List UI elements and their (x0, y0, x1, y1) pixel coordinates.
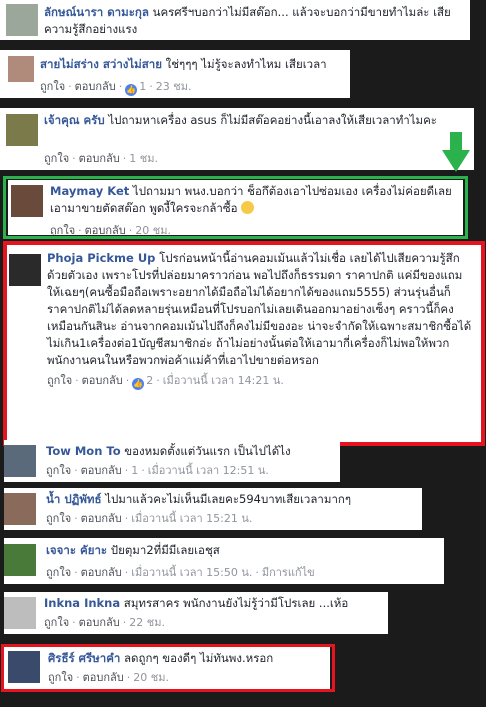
reply-link[interactable]: ตอบกลับ (81, 566, 122, 579)
timestamp[interactable]: เมื่อวานนี้ เวลา 12:51 น. (148, 464, 269, 477)
comment-author[interactable]: Inkna Inkna (44, 596, 120, 610)
comment-author[interactable]: น้ำ ปฏิพัทธ์ (46, 492, 102, 506)
timestamp[interactable]: 23 ชม. (156, 80, 192, 93)
reply-link[interactable]: ตอบกลับ (85, 224, 126, 235)
down-arrow-icon (442, 132, 470, 172)
comment-text: ลดถูกๆ ของดีๆ ไม่ทันพง.หรอก (124, 651, 274, 665)
comment-author[interactable]: เจ้าคุณ ครับ (44, 113, 105, 127)
timestamp[interactable]: เมื่อวานนี้ เวลา 15:21 น. (131, 512, 252, 525)
avatar[interactable] (6, 4, 38, 36)
thumbs-up-icon: 👍 (132, 378, 145, 390)
comment-card-5: Phoja Pickme Up โปรก่อนหน้านี้อ่านคอมเม้… (6, 245, 482, 442)
timestamp[interactable]: 20 ชม. (133, 671, 169, 684)
comment-text: ใช่ๆๆๆ ไม่รู้จะลงทำไหม เสียเวลา (165, 57, 327, 71)
timestamp[interactable]: เมื่อวานนี้ เวลา 15:50 น. (131, 566, 252, 579)
reply-link[interactable]: ตอบกลับ (81, 512, 122, 525)
reply-link[interactable]: ตอบกลับ (82, 374, 123, 387)
thumbs-up-icon: 👍 (125, 84, 138, 96)
comment-author[interactable]: ศิรธีร์ ศรีษาคำ (48, 651, 120, 665)
avatar[interactable] (8, 651, 40, 683)
comment-card-9: Inkna Inkna สมุทรสาคร พนักงานยังไม่รู้ว่… (4, 592, 388, 634)
like-link[interactable]: ถูกใจ (46, 566, 71, 579)
comment-author[interactable]: ลักษณ์นารา ดามะกุล (44, 5, 149, 19)
comment-card-10: ศิรธีร์ ศรีษาคำ ลดถูกๆ ของดีๆ ไม่ทันพง.ห… (4, 647, 330, 689)
comment-text: ไปถามหาเครื่อง asus ก็ไม่มีสต๊อคอย่างนี้… (108, 113, 437, 127)
avatar[interactable] (4, 597, 36, 629)
timestamp[interactable]: 22 ชม. (129, 616, 165, 629)
avatar[interactable] (4, 493, 36, 525)
reply-link[interactable]: ตอบกลับ (79, 152, 120, 165)
comment-card-2: สายไม่สร่าง สว่างไม่สาย ใช่ๆๆๆ ไม่รู้จะล… (0, 50, 350, 98)
avatar[interactable] (4, 445, 36, 477)
comment-author[interactable]: สายไม่สร่าง สว่างไม่สาย (40, 57, 162, 71)
avatar[interactable] (6, 114, 38, 146)
like-link[interactable]: ถูกใจ (46, 464, 71, 477)
timestamp[interactable]: 20 ชม. (135, 224, 171, 235)
like-link[interactable]: ถูกใจ (48, 671, 73, 684)
avatar[interactable] (4, 544, 36, 576)
comment-author[interactable]: Tow Mon To (46, 444, 121, 458)
edited-label[interactable]: มีการแก้ไข (262, 566, 315, 579)
timestamp[interactable]: 1 ชม. (129, 152, 158, 165)
avatar[interactable] (8, 56, 34, 82)
comment-text: ไปมาแล้วคะไม่เห็นมีเลยคะ594บาทเสียเวลามา… (105, 492, 352, 506)
reply-link[interactable]: ตอบกลับ (75, 80, 116, 93)
comment-text: ของหมดตั้งแต่วันแรก เป็นไปได้ไง (124, 444, 291, 458)
reply-link[interactable]: ตอบกลับ (79, 616, 120, 629)
like-link[interactable]: ถูกใจ (50, 224, 75, 235)
sad-face-icon (241, 201, 255, 214)
comment-text: โปรก่อนหน้านี้อ่านคอมเม้นแล้วไม่เชื่อ เล… (47, 251, 472, 367)
reply-link[interactable]: ตอบกลับ (81, 464, 122, 477)
avatar[interactable] (9, 254, 41, 286)
comment-author[interactable]: Maymay Ket (50, 184, 129, 198)
comment-author[interactable]: Phoja Pickme Up (47, 251, 155, 265)
comment-card-3: เจ้าคุณ ครับ ไปถามหาเครื่อง asus ก็ไม่มี… (0, 108, 474, 170)
like-link[interactable]: ถูกใจ (40, 80, 65, 93)
like-link[interactable]: ถูกใจ (44, 616, 69, 629)
reply-link[interactable]: ตอบกลับ (83, 671, 124, 684)
comment-card-7: น้ำ ปฏิพัทธ์ ไปมาแล้วคะไม่เห็นมีเลยคะ594… (4, 488, 422, 530)
comment-card-1: ลักษณ์นารา ดามะกุล นครศรีฯบอกว่าไม่มีสต๊… (0, 0, 470, 40)
like-link[interactable]: ถูกใจ (47, 374, 72, 387)
like-link[interactable]: ถูกใจ (46, 512, 71, 525)
comment-card-8: เจจาะ คัยาะ ปัยตุมา2ที่มีมีเลยเอชุส ถูกใ… (4, 538, 444, 584)
like-link[interactable]: ถูกใจ (44, 152, 69, 165)
timestamp[interactable]: เมื่อวานนี้ เวลา 14:21 น. (163, 374, 284, 387)
avatar[interactable] (11, 185, 43, 217)
comment-card-4: Maymay Ket ไปถามมา พนง.บอกว่า ช็อกึต้องเ… (8, 180, 463, 235)
comment-author[interactable]: เจจาะ คัยาะ (46, 543, 107, 557)
comment-text: สมุทรสาคร พนักงานยังไม่รู้ว่ามีโปรเลย ..… (123, 596, 349, 610)
comment-card-6: Tow Mon To ของหมดตั้งแต่วันแรก เป็นไปได้… (4, 440, 340, 482)
comment-text: ปัยตุมา2ที่มีมีเลยเอชุส (110, 543, 220, 557)
